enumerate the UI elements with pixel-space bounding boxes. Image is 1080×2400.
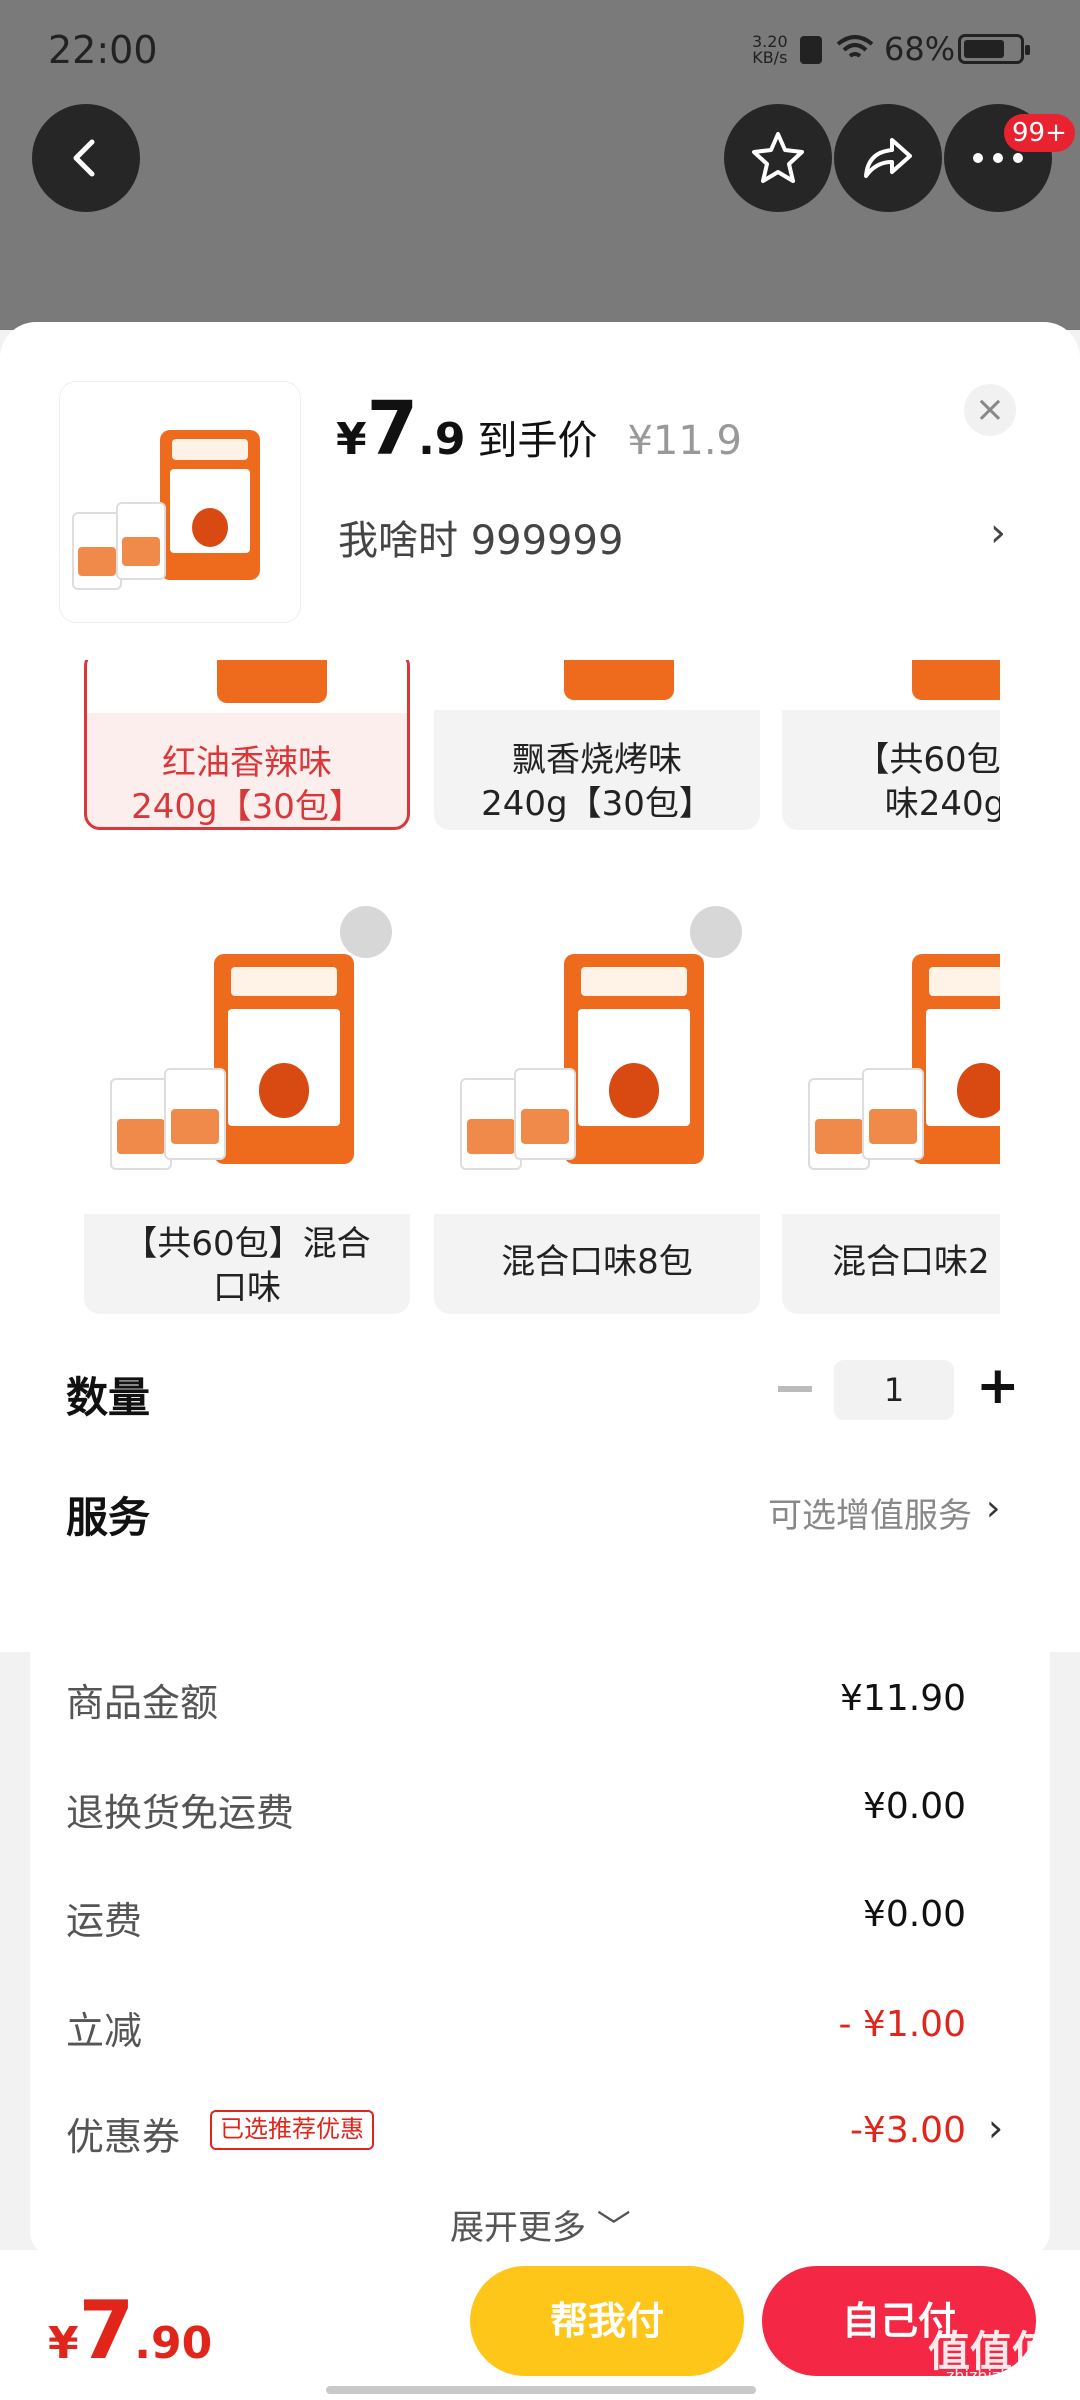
service-label: 服务 (66, 1493, 151, 1542)
coupon-tag: 已选推荐优惠 (210, 2110, 374, 2150)
share-button[interactable] (834, 104, 942, 212)
variant-label: 红油香辣味 240g【30包】 (131, 743, 363, 827)
product-image (60, 382, 300, 622)
price-label: 到手价 (477, 418, 598, 464)
shipping-label: 运费 (66, 1899, 143, 1943)
net-speed: 3.20 KB/s (752, 34, 788, 66)
total-currency: ¥ (48, 2318, 79, 2369)
variant-option[interactable]: 红油香辣味 240g【30包】 (84, 660, 410, 830)
help-me-pay-button[interactable]: 帮我付 (470, 2266, 744, 2376)
sim-icon (800, 36, 822, 64)
total-integer: 7 (78, 2284, 135, 2377)
quantity-input[interactable]: 1 (834, 1360, 954, 1420)
variant-option[interactable]: 飘香烧烤味 240g【30包】 (434, 660, 760, 830)
variant-image (434, 888, 760, 1214)
variant-image (782, 888, 1000, 1214)
return-shipping-value: ¥0.00 (862, 1786, 966, 1827)
star-icon (752, 132, 804, 183)
net-speed-unit: KB/s (752, 48, 788, 67)
total-price: ¥7.90 (48, 2284, 212, 2377)
expand-icon[interactable] (340, 906, 392, 958)
return-shipping-label: 退换货免运费 (66, 1791, 295, 1835)
favorite-button[interactable] (724, 104, 832, 212)
chevron-right-icon[interactable]: › (986, 1488, 1000, 1529)
expand-icon[interactable] (690, 906, 742, 958)
variant-label: 飘香烧烤味 240g【30包】 (481, 740, 713, 824)
service-value[interactable]: 可选增值服务 (768, 1488, 972, 1537)
status-bar: 22:00 3.20 KB/s 68% (0, 0, 1080, 100)
total-decimal: .90 (134, 2318, 213, 2369)
goods-amount-value: ¥11.90 (840, 1678, 966, 1719)
final-price: ¥7.9 到手价 ¥11.9 (336, 386, 742, 472)
variant-grid: 红油香辣味 240g【30包】 飘香烧烤味 240g【30包】 【共60包】 味… (60, 660, 1000, 1320)
variant-image (434, 660, 760, 710)
battery-text: 68% (884, 30, 956, 68)
quantity-decrease-button[interactable] (778, 1386, 812, 1392)
watermark-url: zhizhizhi.com (946, 2366, 1055, 2385)
discount-label: 立减 (66, 2009, 143, 2053)
close-button[interactable]: × (964, 384, 1016, 436)
message-badge: 99+ (1004, 114, 1075, 152)
chevron-right-icon: › (990, 510, 1006, 556)
variant-option[interactable]: 混合口味2 (782, 888, 1000, 1314)
share-arrow-icon (864, 138, 912, 178)
variant-option[interactable]: 【共60包】 味240g (782, 660, 1000, 830)
variant-label: 混合口味2 (832, 1242, 990, 1282)
quantity-increase-button[interactable]: + (976, 1356, 1020, 1416)
home-indicator[interactable] (326, 2386, 756, 2394)
battery-icon (958, 34, 1030, 64)
goods-amount-label: 商品金额 (66, 1681, 219, 1725)
variant-label: 【共60包】 味240g (855, 740, 1000, 824)
variant-option[interactable]: 混合口味8包 (434, 888, 760, 1314)
variant-label: 【共60包】混合 口味 (123, 1224, 371, 1308)
price-currency: ¥ (336, 414, 367, 465)
variant-label: 混合口味8包 (501, 1242, 693, 1282)
expand-more-button[interactable]: 展开更多 ﹀ (450, 2200, 631, 2249)
back-button[interactable] (32, 104, 140, 212)
variant-image (782, 660, 1000, 710)
selected-spec-text[interactable]: 我啥时 999999 (338, 508, 623, 566)
product-thumbnail[interactable] (60, 382, 300, 622)
shipping-value: ¥0.00 (862, 1894, 966, 1935)
price-integer: 7 (366, 386, 419, 472)
variant-option[interactable]: 【共60包】混合 口味 (84, 888, 410, 1314)
coupon-value[interactable]: -¥3.00 (850, 2110, 966, 2151)
coupon-label: 优惠券 (66, 2115, 181, 2159)
variant-image (87, 660, 407, 713)
price-decimal: .9 (418, 414, 466, 465)
discount-value: - ¥1.00 (838, 2004, 967, 2045)
original-price: ¥11.9 (627, 418, 742, 464)
quantity-label: 数量 (66, 1373, 151, 1422)
chevron-right-icon[interactable]: › (988, 2106, 1003, 2150)
wifi-icon (836, 35, 874, 58)
status-time: 22:00 (48, 28, 158, 72)
back-arrow-icon (73, 139, 95, 177)
variant-image (84, 888, 410, 1214)
